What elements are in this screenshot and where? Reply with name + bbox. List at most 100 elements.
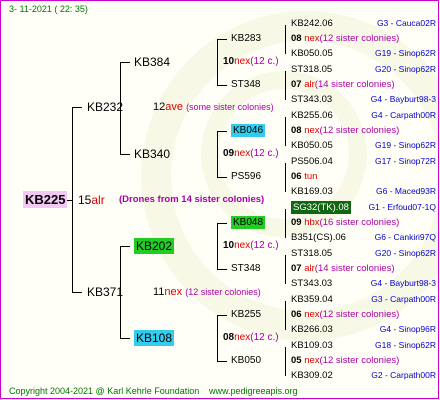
ancestor-id: KB266.03 — [291, 324, 333, 335]
ancestor-gen-line: 08 nex(12 sister colonies) — [291, 33, 400, 44]
ancestor-row[interactable]: SG32(TK).08 G1 - Erfoud07-1Q — [291, 201, 436, 214]
gen-line: 10nex(12 c.) — [223, 240, 279, 251]
ancestor-row[interactable]: ST318.05 G20 - Sinop62R — [291, 64, 436, 75]
ancestor-row[interactable]: KB359.04 G3 - Carpath00R — [291, 294, 436, 305]
ancestor-gen-line: 09 hbx(16 sister colonies) — [291, 217, 400, 228]
ancestor-row[interactable]: ST343.03 G4 - Bayburt98-3 — [291, 278, 436, 289]
connector — [120, 338, 130, 339]
queen-kb283[interactable]: KB283 — [231, 34, 261, 44]
ancestor-row[interactable]: KB050.05 G19 - Sinop62R — [291, 140, 436, 151]
pedigree-frame: 3- 11-2021 ( 22: 35) KB225 15alr (Drones… — [0, 0, 439, 399]
connector — [217, 39, 218, 86]
ancestor-row[interactable]: KB169.03 G6 - Maced93R — [291, 186, 436, 197]
connector — [217, 131, 218, 178]
queen-st348[interactable]: ST348 — [231, 80, 260, 90]
queen-kb340[interactable]: KB340 — [134, 148, 170, 160]
ancestor-location: G6 - Cankiri97Q — [374, 232, 436, 242]
ancestor-gen-line: 06 nex(12 sister colonies) — [291, 309, 400, 320]
connector — [120, 154, 130, 155]
connector — [217, 361, 227, 362]
ancestor-row[interactable]: KB255.06 G4 - Carpath00R — [291, 110, 436, 121]
ancestor-id: ST343.03 — [291, 278, 333, 289]
ancestor-id: SG32(TK).08 — [291, 201, 351, 214]
ancestor-location: G4 - Bayburt98-3 — [370, 94, 436, 104]
ancestor-gen-line: 06 tun — [291, 171, 318, 182]
queen-kb384[interactable]: KB384 — [134, 56, 170, 68]
connector — [72, 107, 82, 108]
ancestor-id: ST318.05 — [291, 248, 333, 259]
connector — [285, 255, 286, 284]
queen-kb255[interactable]: KB255 — [231, 310, 261, 320]
ancestor-id: B351(CS).06 — [291, 232, 346, 243]
connector — [285, 71, 286, 100]
gen-line: 12ave (some sister colonies) — [153, 101, 274, 113]
ancestor-location: G1 - Erfoud07-1Q — [368, 202, 436, 212]
queen-ps596[interactable]: PS596 — [231, 172, 261, 182]
connector — [285, 347, 286, 376]
ancestor-location: G3 - Cauca02R — [376, 18, 436, 28]
gen-line: 08nex(12 c.) — [223, 332, 279, 343]
root-generation: 15alr — [78, 193, 105, 207]
ancestor-id: KB359.04 — [291, 294, 333, 305]
ancestor-id: ST318.05 — [291, 64, 333, 75]
queen-kb232[interactable]: KB232 — [87, 101, 123, 113]
ancestor-id: PS506.04 — [291, 156, 333, 167]
gen-line: 10nex(12 c.) — [223, 56, 279, 67]
connector — [217, 131, 227, 132]
connector — [120, 62, 130, 63]
ancestor-row[interactable]: KB109.03 G18 - Sinop62R — [291, 341, 436, 351]
queen-kb046[interactable]: KB046 — [231, 124, 266, 137]
connector — [217, 269, 227, 270]
ancestor-id: KB050.05 — [291, 48, 333, 59]
ancestor-location: G2 - Carpath00R — [371, 370, 436, 380]
queen-kb050[interactable]: KB050 — [231, 356, 261, 366]
ancestor-gen-line: 05 nex(12 sister colonies) — [291, 355, 400, 366]
connector — [285, 117, 286, 146]
ancestor-row[interactable]: KB242.06 G3 - Cauca02R — [291, 19, 436, 29]
ancestor-id: KB050.05 — [291, 140, 333, 151]
ancestor-gen-line: 08 nex(12 sister colonies) — [291, 125, 400, 136]
ancestor-location: G19 - Sinop62R — [375, 48, 436, 58]
connector — [217, 85, 227, 86]
connector — [217, 315, 227, 316]
ancestor-location: G4 - Bayburt98-3 — [370, 278, 436, 288]
connector — [217, 223, 218, 270]
ancestor-location: G6 - Maced93R — [376, 186, 436, 196]
ancestor-id: KB309.02 — [291, 370, 333, 381]
ancestor-location: G18 - Sinop62R — [375, 340, 436, 350]
queen-kb202[interactable]: KB202 — [134, 238, 175, 254]
connector — [217, 315, 218, 362]
ancestor-row[interactable]: B351(CS).06 G6 - Cankiri97Q — [291, 232, 436, 243]
connector — [120, 246, 130, 247]
ancestor-row[interactable]: KB309.02 G2 - Carpath00R — [291, 370, 436, 381]
connector — [67, 200, 73, 201]
ancestor-location: G17 - Sinop72R — [375, 156, 436, 166]
website-link[interactable]: www.pedigreeapis.org — [209, 387, 298, 396]
ancestor-id: ST343.03 — [291, 94, 333, 105]
ancestor-id: KB169.03 — [291, 186, 333, 197]
queen-kb108[interactable]: KB108 — [134, 330, 175, 346]
root-queen[interactable]: KB225 — [23, 191, 68, 208]
connector — [217, 39, 227, 40]
copyright: Copyright 2004-2021 @ Karl Kehrle Founda… — [9, 386, 200, 396]
gen-line: 09nex(12 c.) — [223, 148, 279, 159]
connector — [217, 177, 227, 178]
connector — [285, 163, 286, 192]
ancestor-location: G20 - Sinop62R — [375, 248, 436, 258]
ancestor-row[interactable]: KB050.05 G19 - Sinop62R — [291, 48, 436, 59]
ancestor-location: G19 - Sinop62R — [375, 140, 436, 150]
ancestor-row[interactable]: ST343.03 G4 - Bayburt98-3 — [291, 94, 436, 105]
queen-st348-b[interactable]: ST348 — [231, 264, 260, 274]
ancestor-row[interactable]: PS506.04 G17 - Sinop72R — [291, 156, 436, 167]
ancestor-row[interactable]: ST318.05 G20 - Sinop62R — [291, 248, 436, 259]
connector — [285, 209, 286, 238]
queen-kb048[interactable]: KB048 — [231, 216, 266, 229]
ancestor-location: G20 - Sinop62R — [375, 64, 436, 74]
gen-line: 11nex (12 sister colonies) — [153, 286, 261, 298]
queen-kb371[interactable]: KB371 — [87, 286, 123, 298]
root-note: (Drones from 14 sister colonies) — [119, 194, 265, 205]
ancestor-row[interactable]: KB266.03 G4 - Sinop96R — [291, 324, 436, 335]
ancestor-id: KB255.06 — [291, 110, 333, 121]
ancestor-location: G4 - Carpath00R — [371, 110, 436, 120]
ancestor-gen-line: 07 alr(14 sister colonies) — [291, 79, 395, 90]
